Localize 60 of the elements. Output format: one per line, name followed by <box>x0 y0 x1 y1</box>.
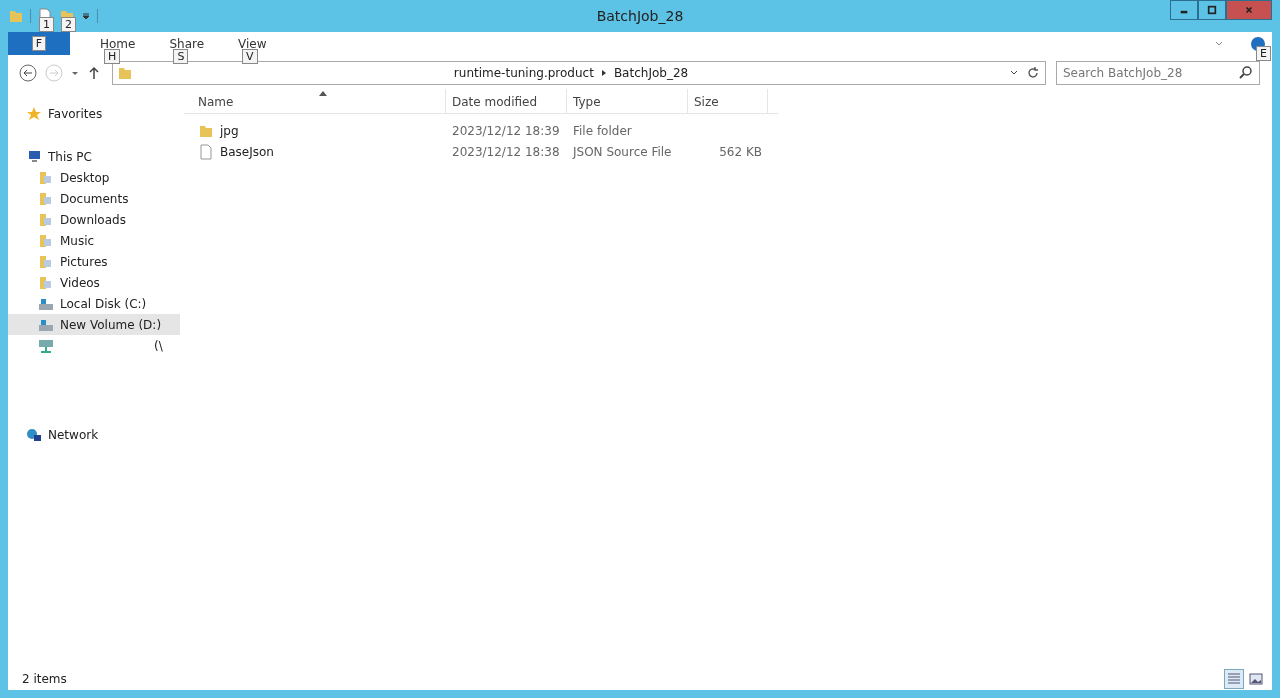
sidebar-item[interactable]: This PC <box>8 146 180 167</box>
search-icon[interactable] <box>1238 65 1254 81</box>
maximize-icon <box>1207 5 1217 15</box>
table-cell: File folder <box>573 123 632 138</box>
file-name[interactable]: jpg <box>220 123 239 138</box>
back-icon[interactable] <box>18 63 38 83</box>
column-header[interactable]: Size <box>688 89 768 113</box>
folder-icon <box>38 190 54 207</box>
sidebar-item[interactable]: Local Disk (C:) <box>8 293 180 314</box>
breadcrumb[interactable]: runtime-tuning.product <box>453 66 594 80</box>
search-field[interactable]: Search BatchJob_28 <box>1056 61 1260 85</box>
table-cell: 2023/12/12 18:39 <box>452 123 560 138</box>
chevron-right-icon[interactable] <box>599 69 608 77</box>
sort-ascending-icon <box>319 91 327 96</box>
table-cell: 562 KB <box>719 144 762 159</box>
address-bar[interactable]: runtime-tuning.product BatchJob_28 <box>112 61 1046 85</box>
key-tip-tooltip: 1 <box>39 17 54 32</box>
sidebar-item[interactable]: Documents <box>8 188 180 209</box>
network-drive-icon <box>38 337 54 354</box>
star-icon <box>26 105 42 122</box>
network-icon <box>26 426 42 443</box>
table-cell: JSON Source File <box>573 144 672 159</box>
folder-icon <box>38 211 54 228</box>
sidebar-item[interactable]: Desktop <box>8 167 180 188</box>
sidebar-item[interactable]: Favorites <box>8 103 180 124</box>
sidebar-item[interactable]: Music <box>8 230 180 251</box>
sidebar-item[interactable]: Network <box>8 424 180 445</box>
folder-icon <box>38 274 54 291</box>
key-tip: S <box>173 48 189 64</box>
dropdown-icon[interactable] <box>81 11 91 21</box>
key-tip: E <box>1256 45 1271 61</box>
key-tip-tooltip: 2 <box>61 17 76 32</box>
key-tip: F <box>31 36 47 51</box>
table-cell: 2023/12/12 18:38 <box>452 144 560 159</box>
folder-icon <box>117 65 133 81</box>
sidebar-item[interactable]: Downloads <box>8 209 180 230</box>
key-tip: H <box>104 48 121 64</box>
column-header[interactable]: Type <box>567 89 688 113</box>
maximize-button[interactable] <box>1198 0 1226 20</box>
sidebar-item[interactable]: Videos <box>8 272 180 293</box>
list-icon <box>1226 671 1242 687</box>
refresh-icon[interactable] <box>1025 65 1041 81</box>
image-icon <box>1248 671 1264 687</box>
computer-icon <box>26 148 42 165</box>
breadcrumb[interactable]: BatchJob_28 <box>613 66 689 80</box>
sidebar-item[interactable]: New Volume (D:) <box>8 314 180 335</box>
close-icon <box>1244 5 1254 15</box>
file-icon <box>198 143 214 160</box>
file-name[interactable]: BaseJson <box>220 144 274 159</box>
folder-icon <box>38 253 54 270</box>
window-title: BatchJob_28 <box>596 8 684 24</box>
key-tip: V <box>242 48 258 64</box>
folder-icon <box>38 169 54 186</box>
file-tab[interactable]: F <box>8 32 70 55</box>
sidebar-item[interactable]: Pictures <box>8 251 180 272</box>
column-header[interactable]: Date modified <box>446 89 567 113</box>
folder-icon <box>38 232 54 249</box>
sidebar-item[interactable]: (\ <box>8 335 180 356</box>
minimize-button[interactable] <box>1170 0 1198 20</box>
status-text: 2 items <box>22 672 67 686</box>
